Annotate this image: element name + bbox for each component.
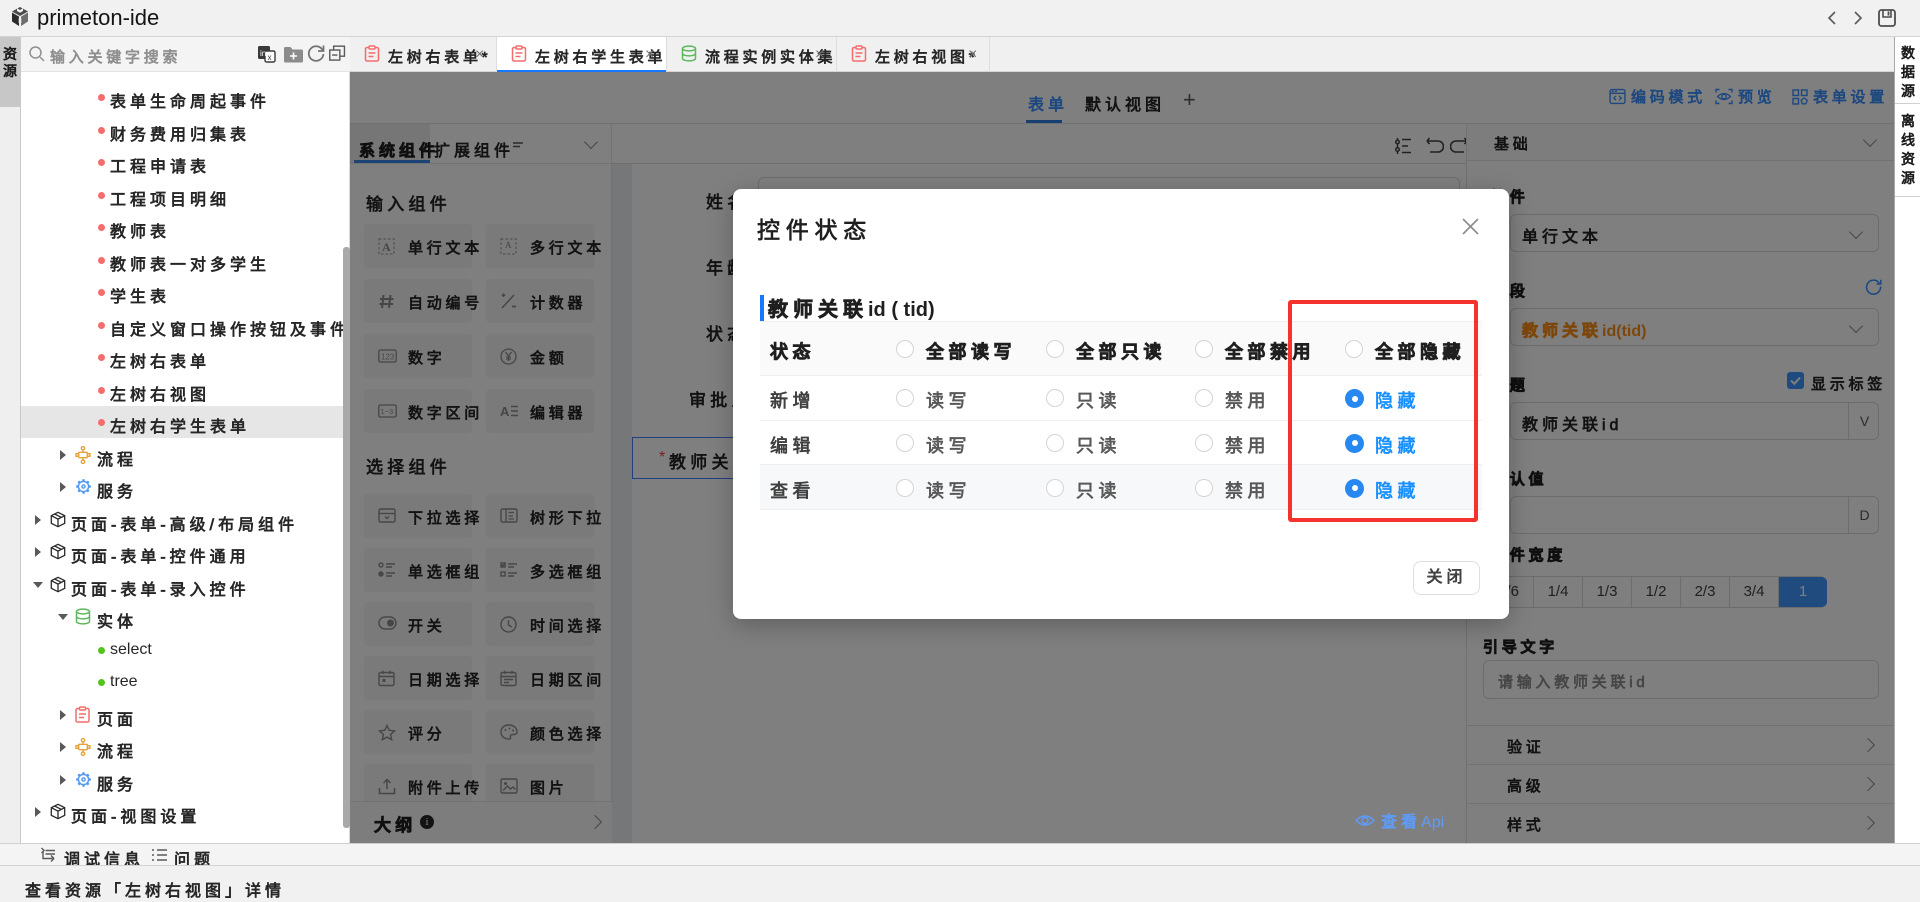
svg-text:x: x (268, 53, 272, 62)
svg-text:in: in (260, 49, 266, 58)
